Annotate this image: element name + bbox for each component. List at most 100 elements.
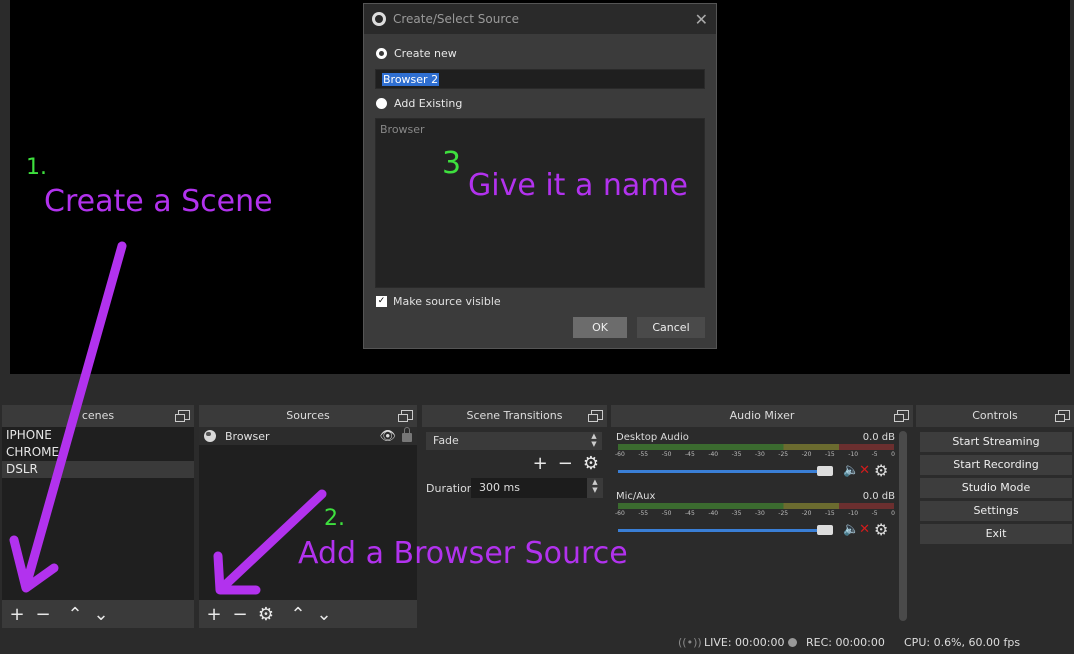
remove-scene-button[interactable]: − — [34, 604, 52, 625]
source-name-value: Browser 2 — [382, 72, 440, 86]
float-icon[interactable] — [398, 410, 413, 422]
lock-icon[interactable] — [402, 427, 412, 442]
float-icon[interactable] — [894, 410, 909, 422]
existing-sources-list[interactable]: Browser — [375, 118, 705, 288]
mixer-scrollbar[interactable] — [899, 431, 907, 621]
make-visible-checkbox[interactable]: ✓ — [376, 296, 387, 307]
add-existing-radio-row[interactable]: Add Existing — [376, 97, 462, 110]
scenes-toolbar: + − ⌃ ⌄ — [2, 600, 194, 628]
channel-db: 0.0 dB — [862, 432, 895, 443]
gear-icon[interactable]: ⚙ — [583, 453, 599, 474]
channel-db: 0.0 dB — [862, 491, 895, 502]
meter-scale: -60 -55 -50 -45 -40 -35 -30 -25 -20 -15 -10 -5 0 — [615, 451, 895, 458]
sources-dock-title: Sources — [286, 409, 330, 422]
float-icon[interactable] — [588, 410, 603, 422]
transitions-dock-header: Scene Transitions — [422, 405, 607, 427]
source-name-input[interactable]: Browser 2 — [375, 69, 705, 89]
volume-fader-track[interactable] — [618, 470, 824, 473]
start-streaming-button[interactable]: Start Streaming — [920, 432, 1072, 452]
add-existing-radio[interactable] — [376, 98, 387, 109]
make-visible-row[interactable]: ✓ Make source visible — [376, 295, 501, 308]
mixer-body: Desktop Audio 0.0 dB -60 -55 -50 -45 -40 -35-… — [611, 427, 913, 628]
channel-name: Mic/Aux — [616, 491, 656, 502]
eye-icon[interactable]: 👁 — [379, 429, 396, 444]
mixer-channel-desktop: Desktop Audio 0.0 dB -60 -55 -50 -45 -40 -35-… — [615, 432, 895, 488]
list-item[interactable]: Browser — [380, 123, 700, 136]
create-new-radio[interactable] — [376, 48, 387, 59]
scene-item-iphone[interactable]: IPHONE — [2, 427, 194, 444]
gear-icon[interactable]: ⚙ — [874, 520, 888, 539]
status-bar: ((•)) LIVE: 00:00:00 REC: 00:00:00 CPU: … — [0, 632, 1074, 654]
source-item-label: Browser — [225, 429, 270, 443]
mixer-dock-title: Audio Mixer — [729, 409, 795, 422]
transition-tools: + − ⚙ — [533, 453, 599, 474]
close-icon[interactable]: ✕ — [695, 10, 708, 29]
channel-name: Desktop Audio — [616, 432, 689, 443]
gear-icon[interactable]: ⚙ — [257, 604, 275, 625]
volume-meter — [618, 444, 894, 450]
exit-button[interactable]: Exit — [920, 524, 1072, 544]
studio-mode-button[interactable]: Studio Mode — [920, 478, 1072, 498]
gear-icon[interactable]: ⚙ — [874, 461, 888, 480]
mixer-dock-header: Audio Mixer — [611, 405, 913, 427]
rec-timer: REC: 00:00:00 — [806, 636, 885, 649]
float-icon[interactable] — [1055, 410, 1070, 422]
muted-speaker-icon[interactable]: 🔈✕ — [843, 522, 870, 537]
dialog-titlebar: Create/Select Source ✕ — [364, 4, 716, 34]
ok-button[interactable]: OK — [573, 317, 627, 338]
annotation-step3-text: Give it a name — [468, 168, 688, 203]
scene-item-chrome[interactable]: CHROME — [2, 444, 194, 461]
controls-dock: Controls Start Streaming Start Recording… — [916, 405, 1074, 628]
transition-select[interactable]: Fade — [426, 432, 602, 450]
muted-speaker-icon[interactable]: 🔈✕ — [843, 463, 870, 478]
move-up-icon[interactable]: ⌃ — [289, 604, 307, 625]
annotation-step2-number: 2. — [324, 506, 345, 531]
remove-transition-button[interactable]: − — [558, 453, 573, 474]
live-signal-icon: ((•)) — [678, 636, 702, 649]
add-source-button[interactable]: + — [205, 604, 223, 625]
transitions-dock: Scene Transitions Fade ▲ ▼ + − ⚙ Duration… — [422, 405, 607, 628]
add-existing-label: Add Existing — [394, 97, 463, 110]
mixer-channel-mic: Mic/Aux 0.0 dB -60 -55 -50 -45 -40 -35 -30 -25-… — [615, 491, 895, 547]
move-up-icon[interactable]: ⌃ — [66, 604, 84, 625]
sources-dock-header: Sources — [199, 405, 417, 427]
create-new-label: Create new — [394, 47, 457, 60]
meter-scale: -60 -55 -50 -45 -40 -35 -30 -25 -20 -15 -10 -5 0 — [615, 510, 895, 517]
volume-fader-handle[interactable] — [817, 525, 833, 535]
make-visible-label: Make source visible — [393, 295, 501, 308]
live-timer: LIVE: 00:00:00 — [704, 636, 785, 649]
obs-logo-icon — [372, 12, 386, 26]
globe-icon — [204, 430, 216, 442]
audio-mixer-dock: Audio Mixer Desktop Audio 0.0 dB -60 -55-… — [611, 405, 913, 628]
duration-input[interactable]: 300 ms — [471, 478, 587, 498]
annotation-step3-number: 3 — [442, 146, 462, 181]
move-down-icon[interactable]: ⌄ — [92, 604, 110, 625]
dialog-title: Create/Select Source — [393, 12, 519, 26]
sources-list[interactable]: Browser 👁 — [199, 427, 417, 600]
volume-fader-track[interactable] — [618, 529, 824, 532]
annotation-step1-number: 1. — [26, 155, 47, 180]
start-recording-button[interactable]: Start Recording — [920, 455, 1072, 475]
annotation-step1-text: Create a Scene — [44, 184, 273, 219]
create-new-radio-row[interactable]: Create new — [376, 47, 457, 60]
move-down-icon[interactable]: ⌄ — [315, 604, 333, 625]
settings-button[interactable]: Settings — [920, 501, 1072, 521]
cancel-button[interactable]: Cancel — [637, 317, 705, 338]
add-scene-button[interactable]: + — [8, 604, 26, 625]
float-icon[interactable] — [175, 410, 190, 422]
scenes-dock-title: cenes — [81, 409, 115, 422]
transition-spin-icon[interactable]: ▲ ▼ — [586, 432, 602, 450]
annotation-step2-text: Add a Browser Source — [298, 536, 628, 571]
scenes-list[interactable]: IPHONE CHROME DSLR — [2, 427, 194, 600]
scenes-dock: cenes IPHONE CHROME DSLR + − ⌃ ⌄ — [2, 405, 194, 628]
duration-spin-icon[interactable]: ▲ ▼ — [587, 478, 603, 498]
duration-label: Duration — [426, 482, 474, 495]
transitions-dock-title: Scene Transitions — [466, 409, 563, 422]
sources-dock: Sources Browser 👁 + − ⚙ ⌃ ⌄ — [199, 405, 417, 628]
remove-source-button[interactable]: − — [231, 604, 249, 625]
cpu-status: CPU: 0.6%, 60.00 fps — [904, 636, 1021, 649]
volume-fader-handle[interactable] — [817, 466, 833, 476]
add-transition-button[interactable]: + — [533, 453, 548, 474]
source-item-browser[interactable]: Browser 👁 — [199, 427, 417, 445]
scene-item-dslr[interactable]: DSLR — [2, 461, 194, 478]
